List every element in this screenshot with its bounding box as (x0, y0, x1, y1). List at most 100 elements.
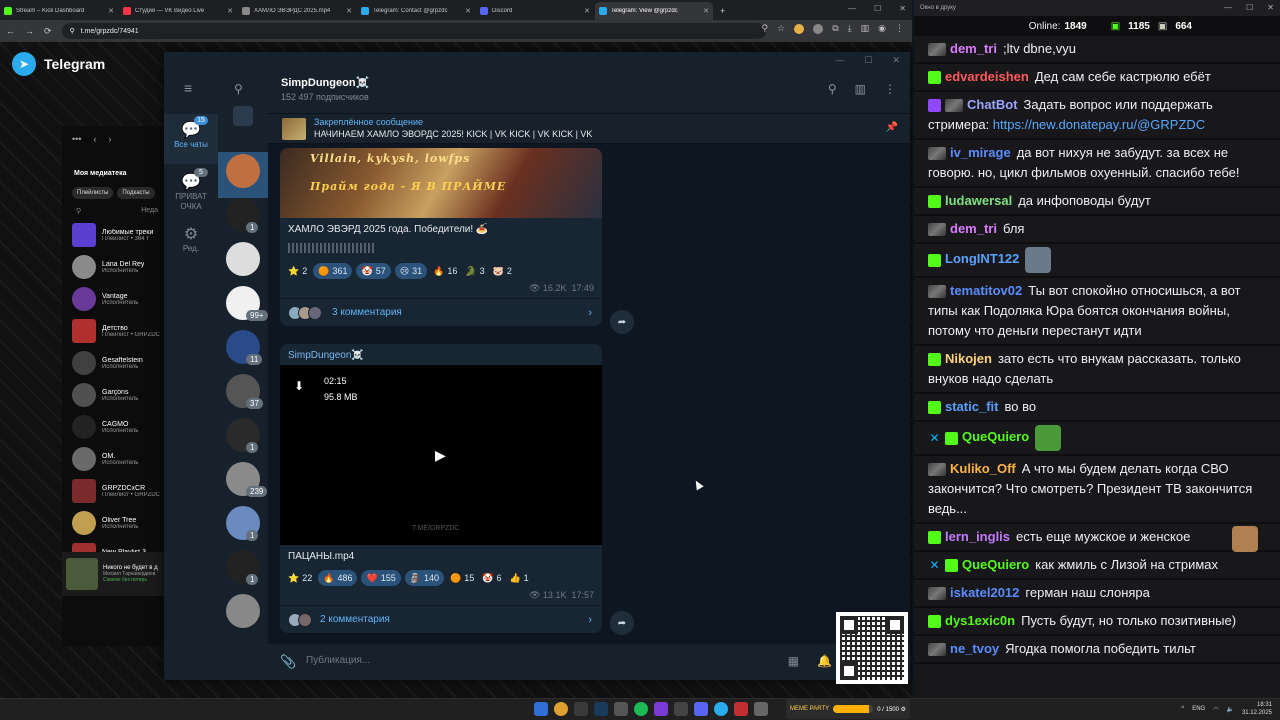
reaction-chip[interactable]: 🟠 361 (313, 263, 353, 279)
sidebar-toggle-icon[interactable]: ▥ (855, 82, 866, 96)
chip-playlists[interactable]: Плейлисты (72, 187, 114, 199)
chat-username[interactable]: lern_inglis (945, 529, 1010, 544)
wifi-icon[interactable]: ◠ (1213, 706, 1218, 713)
start-menu-icon[interactable] (534, 702, 548, 716)
chat-username[interactable]: QueQuiero (962, 557, 1029, 572)
chat-username[interactable]: QueQuiero (962, 429, 1029, 444)
reaction-chip[interactable]: ⭐ 22 (286, 570, 314, 586)
chat-username[interactable]: ludawersal (945, 193, 1012, 208)
minimize-icon[interactable]: — (848, 4, 856, 13)
comments-button[interactable]: 2 комментария › (280, 605, 602, 633)
extensions-puzzle-icon[interactable]: ⧉ (832, 23, 838, 34)
extension-icon[interactable] (813, 23, 824, 34)
close-tab-icon[interactable]: ✕ (227, 7, 233, 15)
volume-icon[interactable]: 🔈 (1226, 706, 1233, 713)
reaction-chip[interactable]: ⭐ 2 (286, 263, 309, 279)
library-search[interactable]: ⚲ Неда (62, 203, 172, 219)
browser-tab[interactable]: Stream – Kick Dashboard ✕ (0, 2, 118, 20)
chrome-icon[interactable] (554, 702, 568, 716)
comments-button[interactable]: 3 комментария › (280, 298, 602, 326)
chat-username[interactable]: dys1exic0n (945, 613, 1015, 628)
maximize-icon[interactable]: ☐ (864, 55, 872, 66)
zoom-icon[interactable]: ⚲ (762, 23, 769, 34)
chat-link[interactable]: https://new.donatepay.ru/@GRPZDC (993, 117, 1205, 132)
playlist-item[interactable]: Любимые треки Плейлист • 364 т (62, 219, 172, 251)
new-tab-button[interactable]: + (714, 2, 731, 20)
chat-username[interactable]: dem_tri (950, 221, 997, 236)
close-icon[interactable]: ✕ (1267, 3, 1274, 12)
minimize-icon[interactable]: — (835, 55, 844, 65)
reaction-chip[interactable]: 👍 1 (507, 570, 530, 586)
browser-tab[interactable]: ХАМЛО ЭВЭРДС 2025.mp4 ✕ (238, 2, 356, 20)
extension-icon[interactable] (794, 23, 805, 34)
reaction-chip[interactable]: 🗿 140 (404, 570, 444, 586)
maximize-icon[interactable]: ☐ (874, 4, 881, 13)
reaction-chip[interactable]: ❤️ 155 (361, 570, 401, 586)
play-icon[interactable]: ▶ (435, 447, 446, 464)
reload-icon[interactable]: ⟳ (44, 26, 52, 37)
chat-username[interactable]: ChatBot (967, 97, 1018, 112)
close-tab-icon[interactable]: ✕ (108, 7, 114, 15)
spotify-icon[interactable] (634, 702, 648, 716)
mini-player[interactable]: Никого не будет в д Михаил Тарнавердиев … (62, 552, 172, 596)
share-button[interactable]: ➦ (610, 611, 634, 635)
steam-icon[interactable] (594, 702, 608, 716)
close-icon[interactable]: ✕ (899, 4, 906, 13)
video-preview[interactable]: ⬇ 02:15 95.8 MB ▶ T.ME/GRPZDC (280, 365, 602, 545)
bell-icon[interactable]: 🔔 (817, 654, 832, 668)
chat-username[interactable]: LongINT122 (945, 251, 1019, 266)
pinned-message-bar[interactable]: Закреплённое сообщение НАЧИНАЕМ ХАМЛО ЭВ… (268, 114, 910, 144)
playlist-item[interactable]: Vantage Исполнитель (62, 283, 172, 315)
clock[interactable]: 18:31 31.12.2025 (1242, 701, 1272, 717)
back-icon[interactable]: ← (6, 26, 15, 36)
app-icon[interactable] (654, 702, 668, 716)
chat-avatar[interactable] (226, 594, 260, 628)
schedule-icon[interactable]: ▦ (788, 654, 799, 668)
chat-username[interactable]: Kuliko_Off (950, 461, 1016, 476)
app-icon[interactable] (614, 702, 628, 716)
folder-private[interactable]: 💬 5 ПРИВАТ ОЧКА (164, 166, 218, 216)
download-icon[interactable]: ⬇ (294, 379, 304, 393)
reaction-chip[interactable]: 🐊 3 (463, 263, 486, 279)
reaction-chip[interactable]: 😢 31 (394, 263, 428, 279)
menu-kebab-icon[interactable]: ⋮ (895, 23, 904, 34)
telegram-icon[interactable] (714, 702, 728, 716)
pin-list-icon[interactable]: 📌 (886, 122, 898, 133)
folder-edit[interactable]: ⚙ Ред. (164, 224, 218, 264)
more-vertical-icon[interactable]: ⋮ (884, 82, 896, 96)
attach-paperclip-icon[interactable]: 📎 (280, 654, 296, 670)
chat-username[interactable]: Nikojen (945, 351, 992, 366)
chat-username[interactable]: iv_mirage (950, 145, 1011, 160)
chat-username[interactable]: iskatel2012 (950, 585, 1019, 600)
post-sender[interactable]: SimpDungeon☠️ (280, 344, 602, 365)
sidebar-icon[interactable]: ▥ (861, 23, 870, 34)
language-indicator[interactable]: ENG (1192, 706, 1205, 712)
close-tab-icon[interactable]: ✕ (584, 7, 590, 15)
reaction-chip[interactable]: 🤡 6 (480, 570, 503, 586)
app-icon[interactable] (574, 702, 588, 716)
folder-all-chats[interactable]: 💬 15 Все чаты (164, 114, 218, 164)
playlist-item[interactable]: OM. Исполнитель (62, 443, 172, 475)
forward-icon[interactable]: → (25, 26, 34, 36)
menu-hamburger-icon[interactable]: ≡ (184, 80, 192, 96)
browser-tab[interactable]: Discord ✕ (476, 2, 594, 20)
reaction-chip[interactable]: 🐷 2 (491, 263, 514, 279)
chat-username[interactable]: static_fit (945, 399, 998, 414)
chat-avatar[interactable] (226, 154, 260, 188)
close-icon[interactable]: ✕ (892, 55, 900, 66)
chat-avatar[interactable] (226, 242, 260, 276)
close-tab-icon[interactable]: ✕ (346, 7, 352, 15)
close-tab-icon[interactable]: ✕ (465, 7, 471, 15)
browser-tab[interactable]: Telegram: Contact @grpzdc ✕ (357, 2, 475, 20)
playlist-item[interactable]: Gesaffelstein Исполнитель (62, 347, 172, 379)
playlist-item[interactable]: Oliver Tree Исполнитель (62, 507, 172, 539)
chevron-up-icon[interactable]: ^ (1181, 706, 1184, 712)
chat-username[interactable]: edvardeishen (945, 69, 1029, 84)
search-icon[interactable]: ⚲ (828, 82, 837, 96)
reaction-chip[interactable]: 🤡 57 (356, 263, 391, 279)
browser-tab[interactable]: Студия — VK Видео Live ✕ (119, 2, 237, 20)
chat-username[interactable]: tematitov02 (950, 283, 1022, 298)
search-icon[interactable]: ⚲ (234, 82, 243, 96)
bookmark-star-icon[interactable]: ☆ (777, 23, 785, 34)
playlist-item[interactable]: Детство Плейлист • GRPZDC (62, 315, 172, 347)
